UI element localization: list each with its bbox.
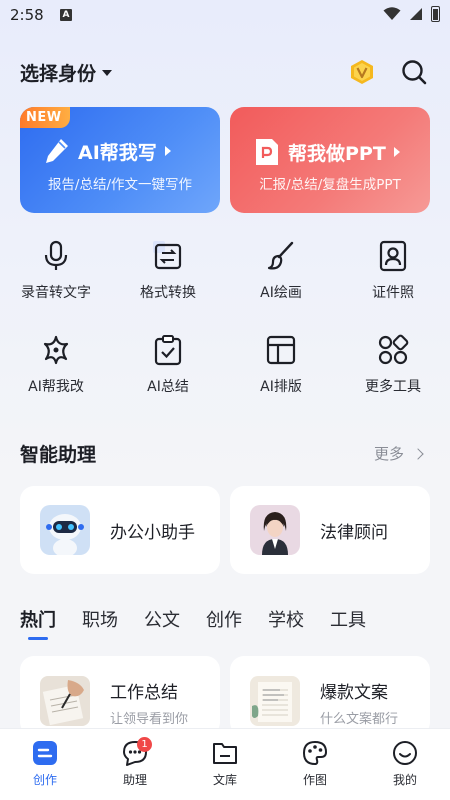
caret-down-icon [102,70,113,76]
status-time: 2:58 [10,6,44,24]
tool-ai-layout[interactable]: AI排版 [231,334,331,396]
clipboard-check-icon [154,335,182,366]
more-label: 更多 [373,445,404,463]
create-icon [33,741,57,765]
header: 选择身份 [20,56,432,88]
ppt-file-icon [256,139,278,165]
tool-voice-to-text[interactable]: 录音转文字 [6,240,106,302]
robot-avatar [40,505,90,555]
tool-label: AI帮我改 [28,379,84,395]
tab-creation[interactable]: 创作 [206,606,242,640]
ai-write-title: AI帮我写 [44,137,171,165]
category-tabs: 热门 职场 公文 创作 学校 工具 [20,606,392,640]
unread-badge: 1 [137,737,152,752]
tool-ai-draw[interactable]: AI绘画 [231,240,331,302]
nav-label: 作图 [302,773,327,787]
status-icons [383,6,440,22]
notebook-thumb [250,676,300,726]
template-card-viral-copy[interactable]: 爆款文案 什么文案都行 [230,656,430,736]
notification-a-icon: A [60,9,72,21]
tool-label: 录音转文字 [21,285,91,301]
writing-hand-thumb [40,676,90,726]
nav-label: 创作 [32,773,57,787]
make-ppt-subtitle: 汇报/总结/复盘生成PPT [259,177,401,193]
ai-write-card[interactable]: NEW AI帮我写 报告/总结/作文一键写作 [20,107,220,213]
card-title: 工作总结 [110,683,178,703]
nav-library[interactable]: 文库 [180,729,270,800]
assistant-name: 办公小助手 [110,522,195,543]
tab-hot[interactable]: 热门 [20,606,56,640]
battery-icon [431,6,440,22]
new-tag: NEW [20,107,70,128]
chevron-right-icon [412,447,424,460]
ai-write-label: AI帮我写 [78,141,157,164]
tool-label: 更多工具 [365,379,421,395]
tab-tools[interactable]: 工具 [330,606,366,640]
folder-icon [213,743,237,764]
tool-more-tools[interactable]: 更多工具 [343,334,443,396]
card-subtitle: 让领导看到你 [110,712,189,727]
tool-ai-revise[interactable]: AI帮我改 [6,334,106,396]
tool-label: AI绘画 [260,285,302,301]
ai-write-subtitle: 报告/总结/作文一键写作 [47,177,193,193]
portrait-icon [379,240,407,272]
tab-official-docs[interactable]: 公文 [144,606,180,640]
vip-crown-icon[interactable] [348,58,376,86]
card-title: 爆款文案 [320,683,388,703]
arrow-right-icon [164,146,171,156]
nav-label: 文库 [212,773,237,787]
sparkle-icon [43,335,69,365]
palette-icon [302,740,328,766]
layout-icon [266,335,296,365]
tool-ai-summary[interactable]: AI总结 [118,334,218,396]
wifi-icon [383,7,401,20]
tool-label: 证件照 [372,285,414,301]
tool-format-convert[interactable]: 格式转换 [118,240,218,302]
status-bar: 2:58 A [0,0,450,32]
tool-label: AI总结 [147,379,189,395]
identity-selector[interactable]: 选择身份 [20,59,113,86]
make-ppt-card[interactable]: 帮我做PPT 汇报/总结/复盘生成PPT [230,107,430,213]
convert-icon [153,241,182,270]
tab-workplace[interactable]: 职场 [82,606,118,640]
grid-icon [378,334,409,365]
nav-label: 我的 [392,773,417,787]
brush-icon [267,241,294,270]
make-ppt-label: 帮我做PPT [288,142,386,165]
tab-school[interactable]: 学校 [268,606,304,640]
tool-id-photo[interactable]: 证件照 [343,240,443,302]
lawyer-avatar [250,505,300,555]
nav-draw[interactable]: 作图 [270,729,360,800]
tool-label: AI排版 [260,379,302,395]
tool-label: 格式转换 [140,285,196,301]
make-ppt-title: 帮我做PPT [254,137,400,167]
assistant-name: 法律顾问 [320,522,388,543]
smile-icon [393,741,417,765]
bottom-nav: 创作 1 助理 文库 作图 我的 [0,728,450,800]
microphone-icon [44,240,68,270]
identity-label: 选择身份 [20,62,97,85]
search-icon[interactable] [400,58,428,86]
nav-create[interactable]: 创作 [0,729,90,800]
assistant-section-title: 智能助理 [20,444,97,466]
nav-assistant[interactable]: 1 助理 [90,729,180,800]
assistant-legal-advisor[interactable]: 法律顾问 [230,486,430,574]
assistant-more-link[interactable]: 更多 [373,443,424,464]
assistant-office-helper[interactable]: 办公小助手 [20,486,220,574]
pencil-icon [46,139,68,163]
nav-me[interactable]: 我的 [360,729,450,800]
nav-label: 助理 [122,773,147,787]
arrow-right-icon [393,147,400,157]
card-subtitle: 什么文案都行 [320,712,399,727]
template-card-work-summary[interactable]: 工作总结 让领导看到你 [20,656,220,736]
cellular-icon [410,8,422,20]
